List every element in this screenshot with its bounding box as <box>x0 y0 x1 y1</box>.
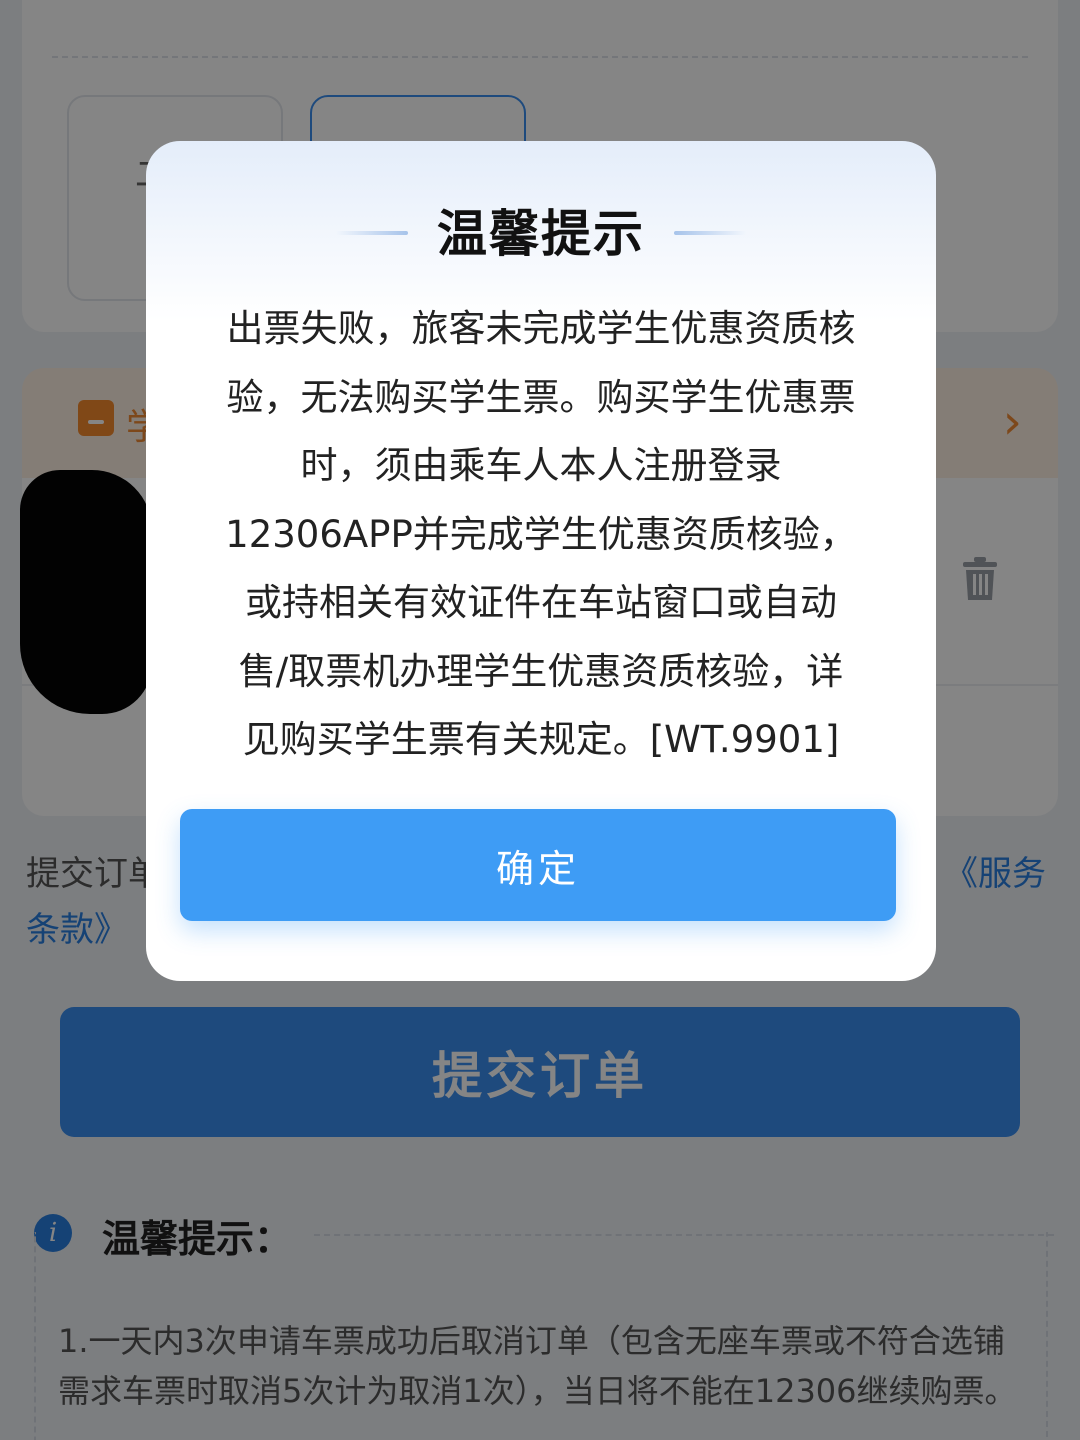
confirm-button[interactable]: 确定 <box>180 809 896 921</box>
message-line: 12306APP并完成学生优惠资质核验， <box>225 512 857 556</box>
message-line: 见购买学生票有关规定。[WT.9901] <box>242 718 840 761</box>
dialog-header: 温馨提示 <box>146 199 936 269</box>
message-line: 售/取票机办理学生优惠资质核验，详 <box>238 649 844 693</box>
message-line: 出票失败，旅客未完成学生优惠资质核 <box>226 307 856 350</box>
message-line: 时，须由乘车人本人注册登录 <box>300 444 782 487</box>
message-line: 或持相关有效证件在车站窗口或自动 <box>245 581 837 624</box>
dialog-title: 温馨提示 <box>437 205 645 263</box>
dialog-message: 出票失败，旅客未完成学生优惠资质核 验，无法购买学生票。购买学生优惠票 时，须由… <box>166 295 916 775</box>
message-line: 验，无法购买学生票。购买学生优惠票 <box>226 375 856 419</box>
title-decoration-line <box>674 231 746 235</box>
alert-dialog: 温馨提示 出票失败，旅客未完成学生优惠资质核 验，无法购买学生票。购买学生优惠票… <box>146 141 936 981</box>
